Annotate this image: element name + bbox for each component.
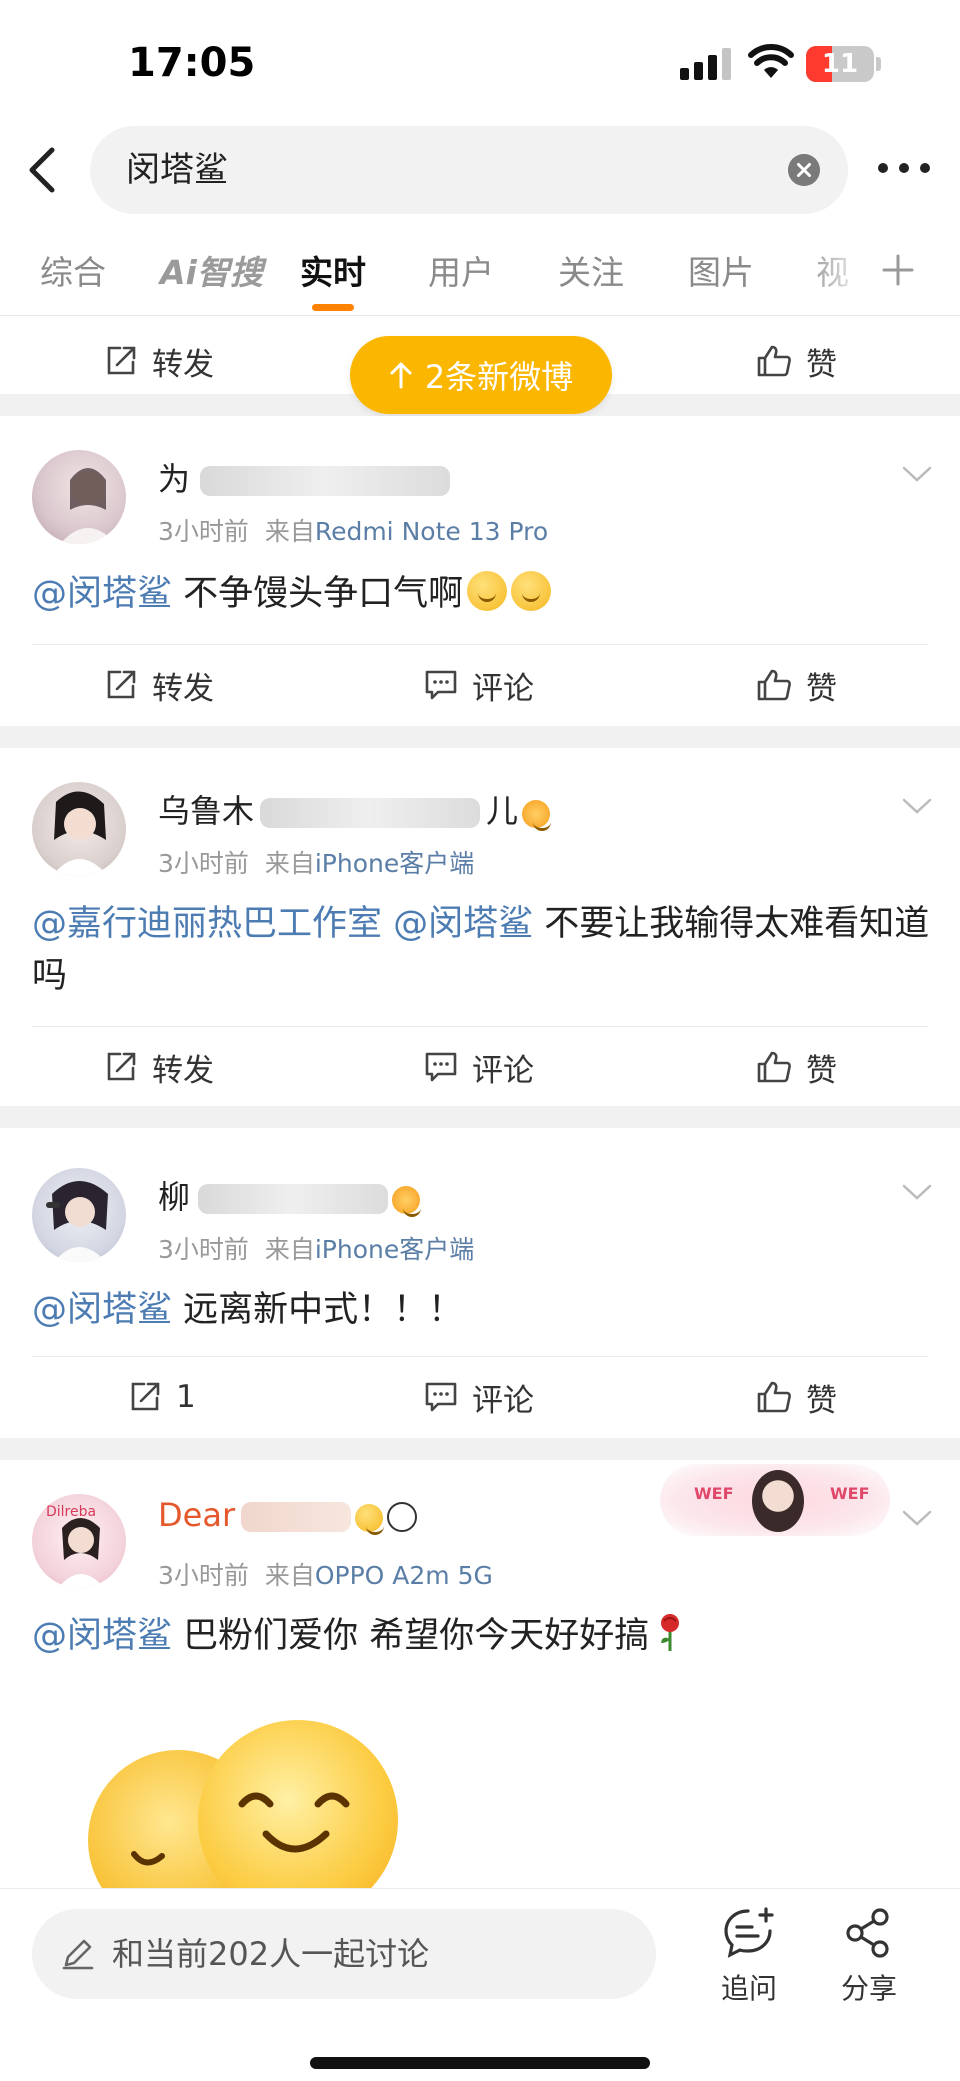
like-button[interactable]: 赞 <box>756 1354 837 1440</box>
post-card[interactable]: Dilreba Dear 3小时前 来自OPPO A2m 5G WEF WEF … <box>0 1460 960 1888</box>
post-card[interactable]: 乌鲁木儿 3小时前 来自iPhone客户端 @嘉行迪丽热巴工作室 @闵塔鲨 不要… <box>0 748 960 1106</box>
repost-button[interactable]: 转发 <box>104 642 214 728</box>
search-input[interactable]: 闵塔鲨 <box>90 126 848 214</box>
tab-realtime[interactable]: 实时 <box>300 246 366 294</box>
comment-button[interactable]: 评论 <box>424 1354 534 1440</box>
decor-portrait <box>752 1470 804 1532</box>
thumbs-up-icon <box>757 345 791 377</box>
mention-link[interactable]: @闵塔鲨 <box>32 574 172 614</box>
status-time: 17:05 <box>128 40 256 86</box>
post-actions: 转发 评论 赞 <box>0 642 960 728</box>
post-card[interactable]: 为 3小时前 来自Redmi Note 13 Pro @闵塔鲨 不争馒头争口气啊… <box>0 416 960 726</box>
repost-icon <box>107 670 136 699</box>
chevron-down-icon[interactable] <box>900 796 934 816</box>
repost-icon <box>107 346 136 375</box>
fish-emoji-icon <box>522 800 552 831</box>
ask-label: 追问 <box>720 1972 777 2005</box>
thumbs-up-icon <box>757 1051 791 1083</box>
tab-images[interactable]: 图片 <box>688 246 754 294</box>
post-actions: 转发 评论 赞 <box>0 1024 960 1110</box>
new-posts-pill[interactable]: 2条新微博 <box>350 336 612 414</box>
ask-chat-icon <box>724 1907 774 1958</box>
ask-button[interactable]: 追问 <box>704 1901 794 2021</box>
active-tab-indicator <box>312 304 354 311</box>
home-indicator <box>310 2057 650 2069</box>
repost-icon <box>131 1382 160 1411</box>
share-button[interactable]: 分享 <box>824 1901 914 2021</box>
mention-link[interactable]: @闵塔鲨 <box>32 1616 172 1656</box>
avatar[interactable] <box>32 1168 126 1262</box>
chevron-down-icon[interactable] <box>900 1182 934 1202</box>
pencil-icon <box>62 1939 94 1970</box>
post-card[interactable]: 柳 3小时前 来自iPhone客户端 @闵塔鲨 远离新中式！！！ 1 评论 赞 <box>0 1128 960 1438</box>
comment-button[interactable]: 评论 <box>424 1024 534 1110</box>
avatar[interactable] <box>32 782 126 876</box>
post-meta: 3小时前 来自Redmi Note 13 Pro <box>158 517 549 546</box>
repost-button[interactable]: 转发 <box>104 318 214 404</box>
mention-link[interactable]: @闵塔鲨 <box>32 1290 172 1330</box>
repost-button[interactable]: 1 <box>128 1354 196 1440</box>
avatar[interactable] <box>32 450 126 544</box>
like-button[interactable]: 赞 <box>756 642 837 728</box>
more-options-icon[interactable] <box>876 158 932 178</box>
post-meta: 3小时前 来自iPhone客户端 <box>158 849 475 878</box>
fish-emoji-icon <box>392 1186 422 1217</box>
thumbs-up-icon <box>757 1381 791 1413</box>
emoji-icon <box>355 1504 385 1535</box>
bottom-bar: 和当前202人一起讨论 追问 分享 <box>0 1888 960 2081</box>
add-tab-icon[interactable] <box>880 252 916 288</box>
chevron-down-icon[interactable] <box>900 1508 934 1528</box>
hug-emoji-image[interactable] <box>80 1720 440 1888</box>
post-username[interactable]: 乌鲁木儿 <box>158 786 552 832</box>
mention-link[interactable]: @闵塔鲨 <box>393 904 533 944</box>
smile-emoji-icon <box>511 571 552 611</box>
discussion-input[interactable]: 和当前202人一起讨论 <box>32 1909 656 1999</box>
search-tabs: 综合 Ai智搜 实时 用户 关注 图片 视 <box>0 232 960 316</box>
clear-search-icon[interactable] <box>788 154 820 186</box>
post-username[interactable]: 为 <box>158 454 451 500</box>
post-text: @嘉行迪丽热巴工作室 @闵塔鲨 不要让我输得太难看知道吗 <box>32 904 930 996</box>
tab-users[interactable]: 用户 <box>428 246 494 294</box>
mention-link[interactable]: @嘉行迪丽热巴工作室 <box>32 904 382 944</box>
battery-icon: 11 <box>806 46 874 82</box>
post-meta: 3小时前 来自iPhone客户端 <box>158 1235 475 1264</box>
thumbs-up-icon <box>757 669 791 701</box>
post-text: @闵塔鲨 巴粉们爱你 希望你今天好好搞 <box>32 1610 932 1662</box>
share-label: 分享 <box>840 1972 897 2005</box>
panda-emoji-icon <box>387 1502 418 1532</box>
decor-badge: WEF WEF <box>660 1464 890 1536</box>
status-bar: 17:05 11 <box>0 0 960 120</box>
rose-icon <box>661 1614 680 1651</box>
tab-following[interactable]: 关注 <box>558 246 624 294</box>
comment-button[interactable]: 评论 <box>424 642 534 728</box>
comment-icon <box>425 1052 457 1082</box>
post-username[interactable]: Dear <box>158 1496 418 1535</box>
cellular-signal-icon <box>680 48 731 80</box>
post-text: @闵塔鲨 远离新中式！！！ <box>32 1290 464 1330</box>
like-button[interactable]: 赞 <box>756 1024 837 1110</box>
repost-button[interactable]: 转发 <box>104 1024 214 1110</box>
avatar[interactable]: Dilreba <box>32 1494 126 1588</box>
tab-comprehensive[interactable]: 综合 <box>40 246 106 294</box>
smile-emoji-icon <box>467 571 508 611</box>
chevron-down-icon[interactable] <box>900 464 934 484</box>
post-actions: 1 评论 赞 <box>0 1354 960 1440</box>
wifi-icon <box>748 44 794 78</box>
repost-icon <box>107 1052 136 1081</box>
arrow-up-icon <box>390 362 412 389</box>
battery-level: 11 <box>821 49 859 79</box>
comment-icon <box>425 1382 457 1412</box>
search-header: 闵塔鲨 <box>0 120 960 220</box>
back-arrow-icon[interactable] <box>18 142 68 198</box>
post-text: @闵塔鲨 不争馒头争口气啊 <box>32 568 932 620</box>
search-query[interactable]: 闵塔鲨 <box>126 126 228 214</box>
like-button[interactable]: 赞 <box>756 318 837 404</box>
post-username[interactable]: 柳 <box>158 1172 422 1218</box>
share-icon <box>846 1908 889 1958</box>
tab-ai-search[interactable]: Ai智搜 <box>160 246 263 294</box>
post-meta: 3小时前 来自OPPO A2m 5G <box>158 1561 493 1590</box>
comment-icon <box>425 670 457 700</box>
svg-text:Dilreba: Dilreba <box>46 1504 96 1520</box>
